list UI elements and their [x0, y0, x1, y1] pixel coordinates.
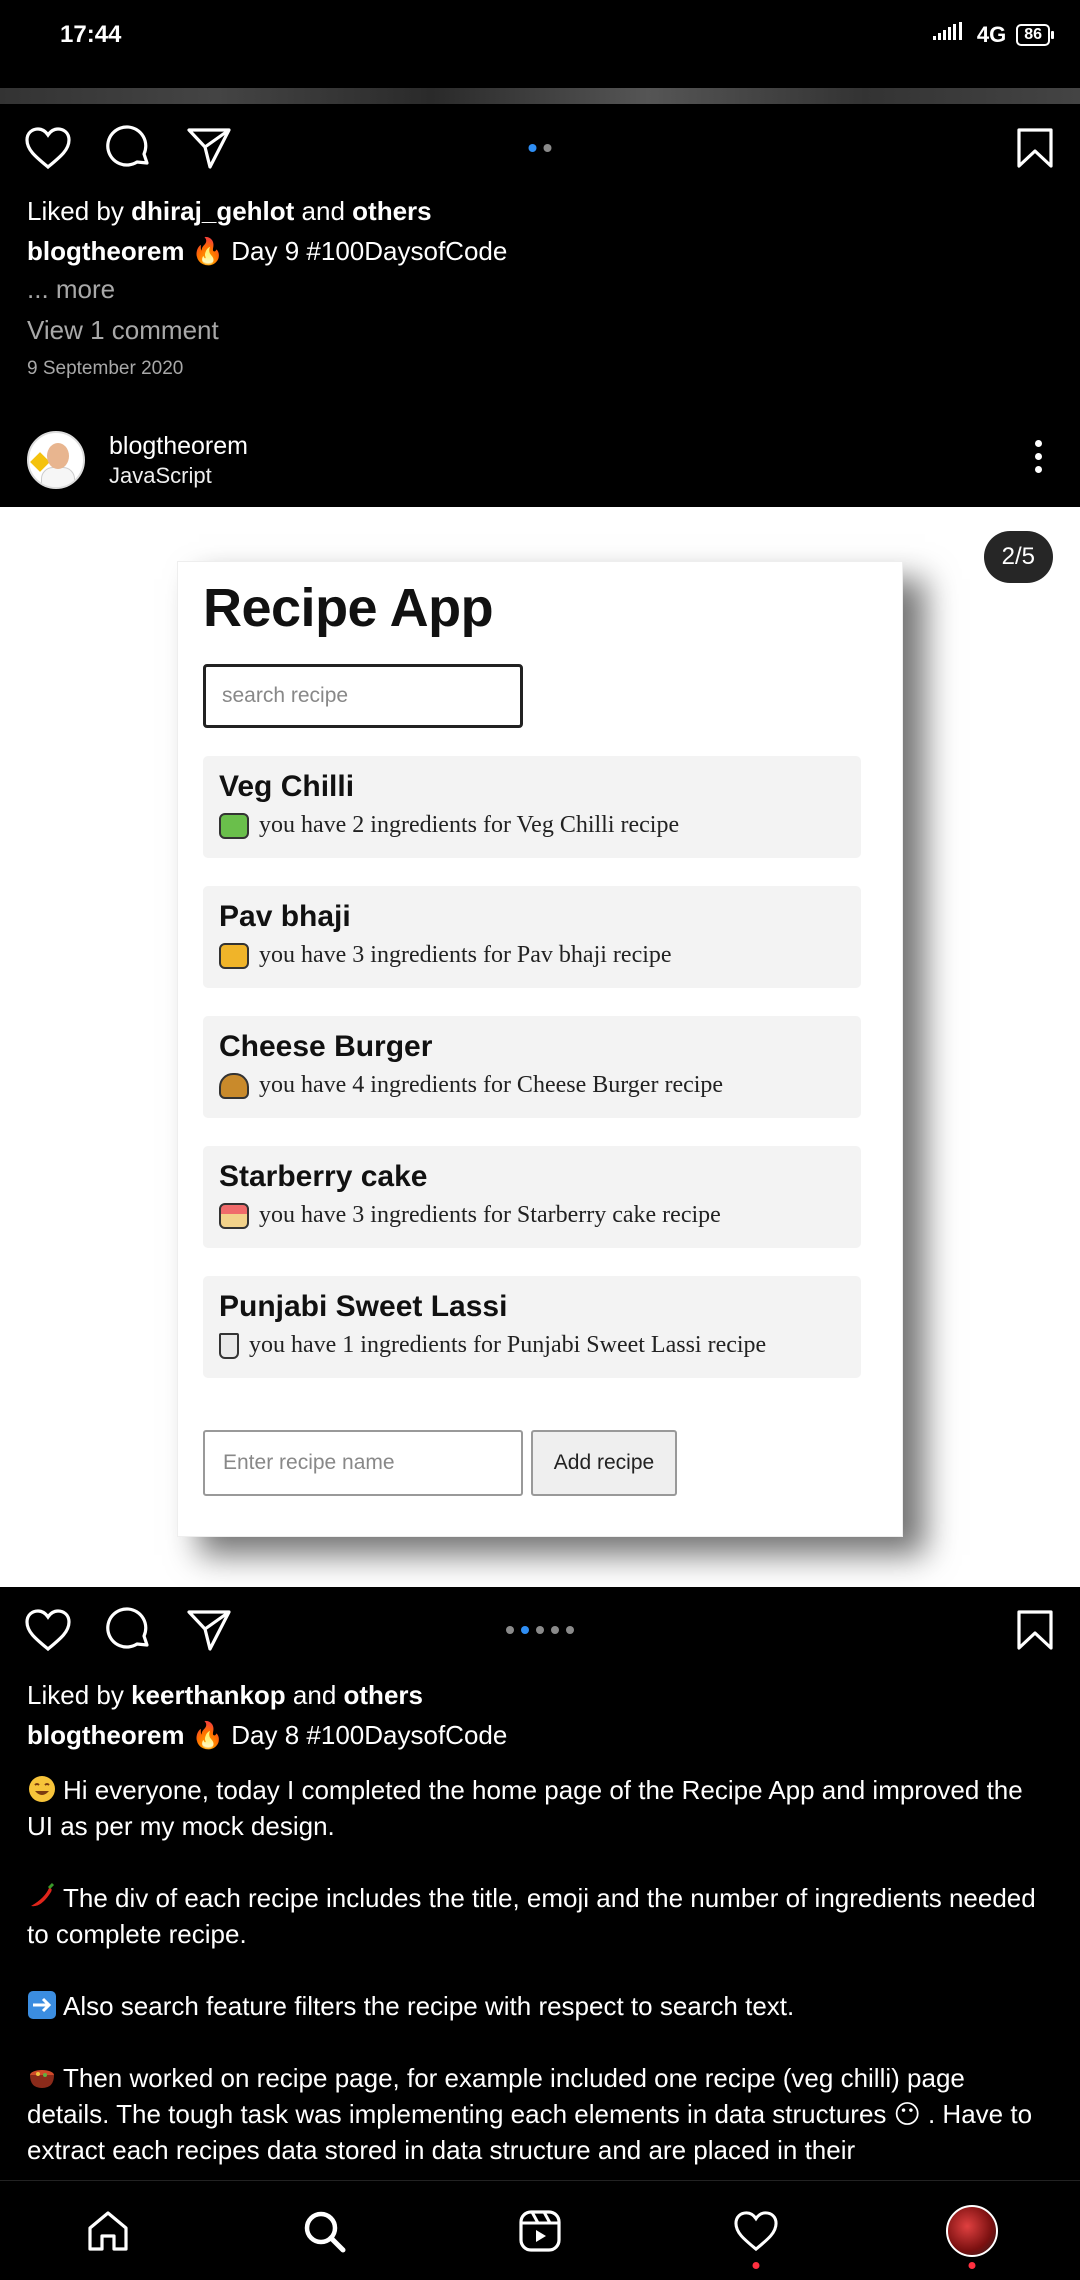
notification-dot [968, 2261, 976, 2269]
carousel-dot-active [528, 144, 537, 152]
carousel-dot [566, 1626, 574, 1634]
caption-username[interactable]: blogtheorem [27, 1720, 184, 1750]
recipe-title: Veg Chilli [219, 770, 355, 803]
search-input: search recipe [203, 664, 523, 728]
like-icon[interactable] [24, 1608, 72, 1652]
recipe-title: Pav bhaji [219, 900, 351, 933]
nav-home[interactable] [68, 2191, 148, 2271]
post2-caption: blogtheorem 🔥 Day 8 #100DaysofCode [27, 1720, 508, 1750]
recipe-title: Starberry cake [219, 1160, 428, 1193]
carousel-dot [543, 144, 552, 152]
caption-more-link[interactable]: ... more [27, 274, 115, 305]
recipe-item: Cheese Burger you have 4 ingredients for… [203, 1016, 861, 1118]
butter-icon [219, 942, 249, 969]
chili-icon [31, 1882, 55, 1907]
comment-icon[interactable] [106, 1607, 152, 1653]
bookmark-icon[interactable] [1016, 1609, 1054, 1651]
recipe-name-input: Enter recipe name [203, 1430, 523, 1496]
carousel-dots [506, 1626, 574, 1634]
recipe-item: Starberry cake you have 3 ingredients fo… [203, 1146, 861, 1248]
recipe-title: Cheese Burger [219, 1030, 433, 1063]
salad-icon [219, 812, 249, 839]
caption-paragraph: Hi everyone, today I completed the home … [27, 1775, 1023, 1841]
share-icon[interactable] [186, 126, 232, 170]
recipe-desc: you have 1 ingredients for Punjabi Sweet… [249, 1332, 767, 1358]
caption-paragraph: The div of each recipe includes the titl… [27, 1882, 1036, 1949]
smile-icon [29, 1776, 55, 1802]
caption-paragraph: Then worked on recipe page, for example … [27, 2063, 1033, 2165]
caption-paragraph: Also search feature filters the recipe w… [27, 1988, 1047, 2024]
post1-likes[interactable]: Liked by dhiraj_gehlot and others [27, 196, 432, 227]
post2-likes[interactable]: Liked by keerthankop and others [27, 1680, 423, 1711]
add-recipe-button: Add recipe [531, 1430, 677, 1496]
bottom-nav [0, 2180, 1080, 2280]
recipe-desc: you have 3 ingredients for Pav bhaji rec… [259, 942, 672, 968]
status-bar: 17:44 4G 86 [0, 0, 1080, 70]
post2-header: blogtheorem JavaScript [0, 420, 1080, 500]
liked-by-user[interactable]: dhiraj_gehlot [131, 196, 294, 226]
avatar[interactable] [27, 431, 85, 489]
battery-level: 86 [1024, 26, 1042, 43]
recipe-app-screenshot: Recipe App search recipe Veg Chilli you … [177, 561, 903, 1537]
home-icon [88, 2210, 128, 2251]
previous-post-image [0, 88, 1080, 104]
post1-caption: blogtheorem 🔥 Day 9 #100DaysofCode [27, 236, 508, 266]
status-time: 17:44 [60, 21, 122, 48]
post1-action-bar [0, 110, 1080, 186]
app-title: Recipe App [203, 578, 494, 638]
nav-search[interactable] [284, 2191, 364, 2271]
caption-username[interactable]: blogtheorem [27, 236, 184, 266]
battery-icon: 86 [1016, 24, 1054, 46]
carousel-counter: 2/5 [983, 531, 1053, 583]
recipe-item: Veg Chilli you have 2 ingredients for Ve… [203, 756, 861, 858]
post-username[interactable]: blogtheorem [109, 432, 248, 461]
carousel-dot-active [521, 1626, 529, 1634]
comment-icon[interactable] [106, 125, 152, 171]
network-type: 4G [976, 22, 1007, 47]
share-icon[interactable] [186, 1608, 232, 1652]
profile-avatar[interactable] [946, 2204, 998, 2257]
carousel-dot [536, 1626, 544, 1634]
cake-icon [219, 1202, 249, 1229]
bookmark-icon[interactable] [1016, 127, 1054, 169]
reels-icon [519, 2209, 561, 2252]
carousel-dots [528, 144, 552, 152]
recipe-desc: you have 4 ingredients for Cheese Burger… [259, 1072, 724, 1098]
nav-profile[interactable] [932, 2191, 1012, 2271]
recipe-item: Punjabi Sweet Lassi you have 1 ingredien… [203, 1276, 861, 1378]
post2-action-bar [0, 1592, 1080, 1668]
recipe-desc: you have 2 ingredients for Veg Chilli re… [259, 812, 680, 838]
liked-by-user[interactable]: keerthankop [131, 1680, 286, 1710]
nav-reels[interactable] [500, 2191, 580, 2271]
status-icons: 4G 86 [932, 22, 1054, 48]
signal-icon [932, 22, 967, 48]
recipe-title: Punjabi Sweet Lassi [219, 1290, 508, 1323]
post1-date: 9 September 2020 [27, 358, 184, 379]
nav-activity[interactable] [716, 2191, 796, 2271]
more-options-icon[interactable] [1035, 440, 1042, 473]
glass-icon [219, 1332, 239, 1359]
view-comments-link[interactable]: View 1 comment [27, 315, 219, 346]
post-location[interactable]: JavaScript [109, 463, 248, 489]
recipe-item: Pav bhaji you have 3 ingredients for Pav… [203, 886, 861, 988]
post-image[interactable]: 2/5 Recipe App search recipe Veg Chilli … [0, 507, 1080, 1587]
pot-icon [30, 2070, 54, 2088]
search-icon [304, 2211, 346, 2252]
burger-icon [219, 1072, 249, 1099]
notification-dot [752, 2261, 760, 2269]
heart-icon [734, 2210, 778, 2251]
right-arrow-icon [28, 1991, 56, 2019]
recipe-desc: you have 3 ingredients for Starberry cak… [259, 1202, 721, 1228]
carousel-dot [551, 1626, 559, 1634]
like-icon[interactable] [24, 126, 72, 170]
post2-caption-body: Hi everyone, today I completed the home … [27, 1772, 1047, 2204]
carousel-dot [506, 1626, 514, 1634]
